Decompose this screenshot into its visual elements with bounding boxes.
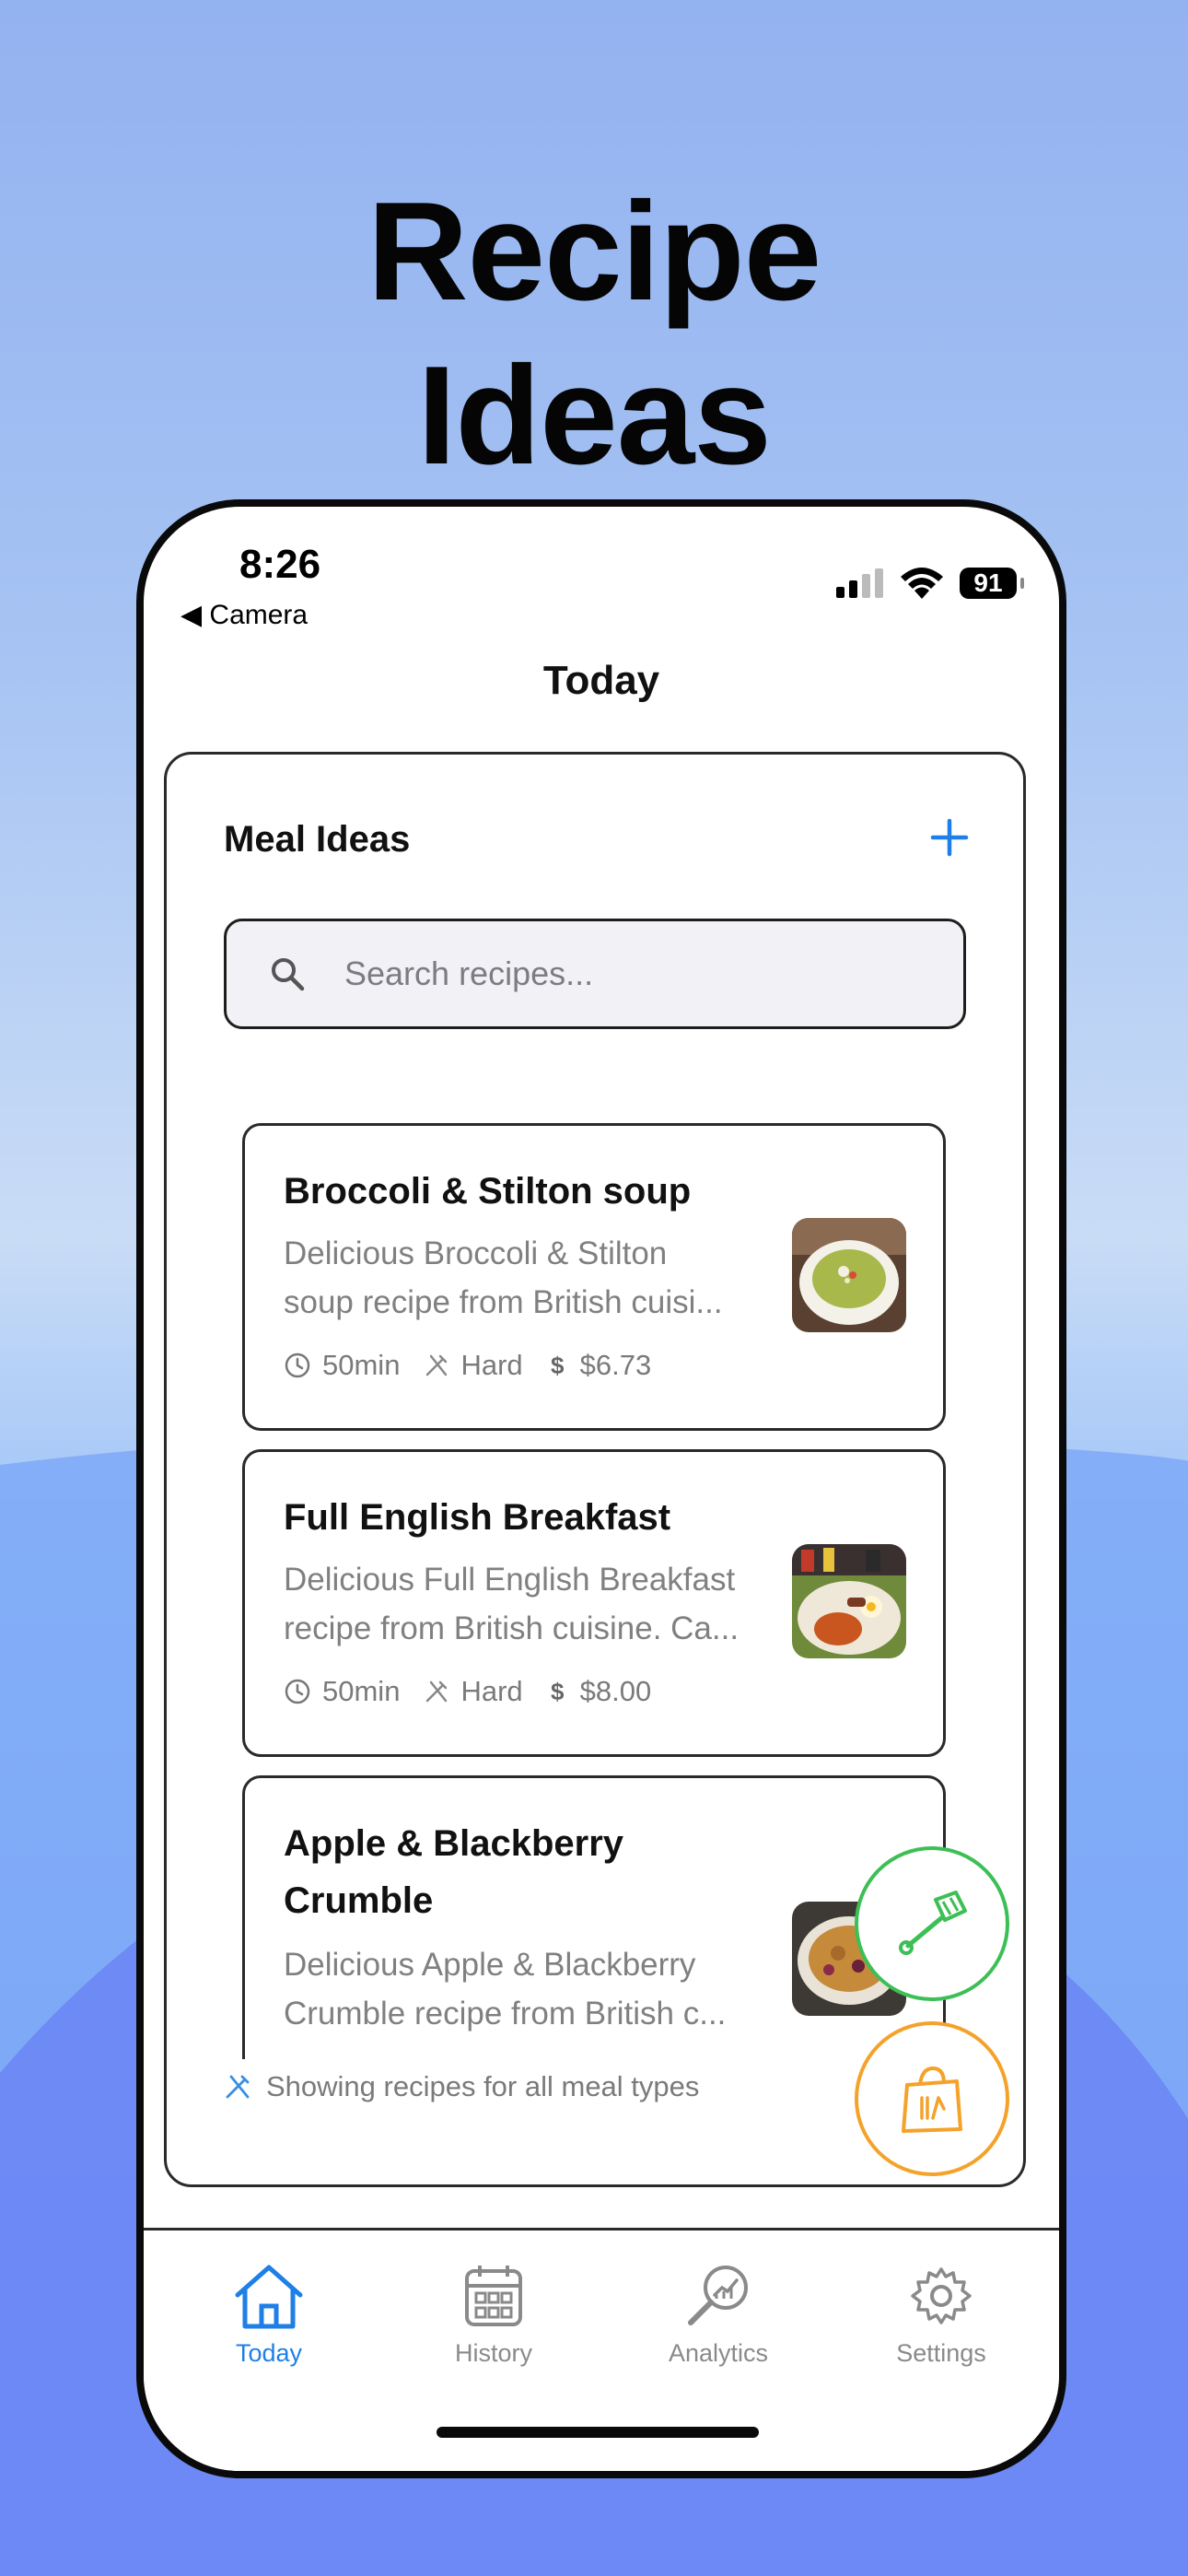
recipe-title-line: Apple & Blackberry bbox=[284, 1823, 624, 1864]
recipe-description-line: soup recipe from British cuisi... bbox=[284, 1284, 723, 1320]
difficulty: Hard bbox=[424, 1675, 523, 1708]
wifi-icon bbox=[901, 568, 943, 599]
dollar-icon: $ bbox=[551, 1678, 565, 1705]
calendar-icon bbox=[465, 2266, 522, 2326]
recipe-description: Delicious Apple & Blackberry Crumble rec… bbox=[284, 1940, 763, 2038]
recipe-meta: 50min Hard $ $8.00 bbox=[284, 1675, 675, 1708]
cook-time: 50min bbox=[284, 1349, 400, 1382]
phone-frame: 8:26 ◀ Camera 91 Today Meal Ideas Search… bbox=[136, 499, 1066, 2478]
breakfast-photo bbox=[792, 1544, 906, 1658]
spatula-icon bbox=[899, 1891, 967, 1955]
clock-icon bbox=[285, 1679, 310, 1704]
recipe-card[interactable]: Broccoli & Stilton soup Delicious Brocco… bbox=[242, 1123, 946, 1431]
tab-history[interactable]: History bbox=[402, 2262, 586, 2368]
status-time: 8:26 bbox=[239, 542, 321, 587]
hero-title: Recipe Ideas bbox=[0, 170, 1188, 498]
recipe-title-line: Crumble bbox=[284, 1880, 434, 1921]
difficulty-value: Hard bbox=[460, 1675, 523, 1707]
cook-mode-button[interactable] bbox=[855, 1846, 1009, 2001]
meal-type-note: Showing recipes for all meal types bbox=[224, 2070, 699, 2103]
difficulty: Hard bbox=[424, 1349, 523, 1382]
shopping-bag-icon bbox=[902, 2066, 962, 2133]
page-title: Today bbox=[542, 658, 660, 703]
tab-label: Analytics bbox=[668, 2339, 769, 2367]
cost-value: $8.00 bbox=[579, 1675, 652, 1707]
recipe-card[interactable]: Full English Breakfast Delicious Full En… bbox=[242, 1449, 946, 1757]
utensils-icon bbox=[426, 1680, 448, 1703]
recipe-meta: 50min Hard $ $6.73 bbox=[284, 1349, 675, 1382]
soup-photo bbox=[792, 1218, 906, 1332]
recipe-title: Apple & Blackberry Crumble bbox=[284, 1815, 799, 1929]
dollar-icon: $ bbox=[551, 1352, 565, 1379]
search-input[interactable] bbox=[343, 954, 899, 994]
cost-value: $6.73 bbox=[579, 1349, 652, 1381]
recipe-list: Broccoli & Stilton soup Delicious Brocco… bbox=[242, 1123, 946, 2059]
search-bar[interactable] bbox=[224, 919, 966, 1029]
svg-text:$: $ bbox=[551, 1678, 565, 1705]
cellular-signal-icon bbox=[836, 568, 883, 598]
tab-label: Today bbox=[235, 2339, 303, 2367]
status-icons: 91 bbox=[836, 568, 1024, 599]
recipe-card[interactable]: Apple & Blackberry Crumble Delicious App… bbox=[242, 1775, 946, 2059]
recipe-description-line: Delicious Broccoli & Stilton bbox=[284, 1235, 668, 1271]
back-to-camera-link[interactable]: ◀ Camera bbox=[181, 599, 308, 631]
home-indicator[interactable] bbox=[437, 2427, 759, 2438]
svg-text:$: $ bbox=[551, 1352, 565, 1379]
hero-title-line-1: Recipe bbox=[367, 172, 821, 330]
shopping-list-button[interactable] bbox=[855, 2021, 1009, 2176]
utensils-icon bbox=[226, 2075, 250, 2099]
tab-settings[interactable]: Settings bbox=[849, 2262, 1033, 2368]
difficulty-value: Hard bbox=[460, 1349, 523, 1381]
recipe-title: Full English Breakfast bbox=[284, 1497, 671, 1538]
cook-time-value: 50min bbox=[322, 1349, 401, 1381]
recipe-description-line: Delicious Apple & Blackberry bbox=[284, 1947, 696, 1983]
recipe-image bbox=[792, 1544, 906, 1658]
analytics-icon bbox=[688, 2266, 748, 2325]
cook-time-value: 50min bbox=[322, 1675, 401, 1707]
clock-icon bbox=[285, 1352, 310, 1378]
recipe-description-line: Delicious Full English Breakfast bbox=[284, 1562, 736, 1598]
recipe-title: Broccoli & Stilton soup bbox=[284, 1171, 692, 1212]
tab-analytics[interactable]: Analytics bbox=[626, 2262, 810, 2368]
plus-icon bbox=[930, 818, 969, 857]
utensils-icon bbox=[426, 1354, 448, 1376]
tab-today[interactable]: Today bbox=[177, 2262, 361, 2368]
meal-ideas-title: Meal Ideas bbox=[224, 819, 411, 860]
meal-type-note-text: Showing recipes for all meal types bbox=[266, 2070, 700, 2102]
recipe-description: Delicious Full English Breakfast recipe … bbox=[284, 1555, 763, 1653]
recipe-description-line: recipe from British cuisine. Ca... bbox=[284, 1610, 740, 1646]
hero-title-line-2: Ideas bbox=[417, 336, 772, 494]
battery-indicator: 91 bbox=[960, 568, 1024, 599]
recipe-description: Delicious Broccoli & Stilton soup recipe… bbox=[284, 1229, 763, 1327]
cook-time: 50min bbox=[284, 1675, 400, 1708]
recipe-image bbox=[792, 1218, 906, 1332]
tab-label: Settings bbox=[896, 2339, 986, 2367]
search-icon bbox=[272, 958, 305, 991]
home-icon bbox=[235, 2265, 303, 2329]
add-recipe-button[interactable] bbox=[924, 814, 975, 865]
recipe-description-line: Crumble recipe from British c... bbox=[284, 1996, 727, 2032]
tab-label: History bbox=[454, 2339, 532, 2367]
cost: $ $6.73 bbox=[547, 1349, 652, 1382]
cost: $ $8.00 bbox=[547, 1675, 652, 1708]
gear-icon bbox=[911, 2267, 972, 2324]
